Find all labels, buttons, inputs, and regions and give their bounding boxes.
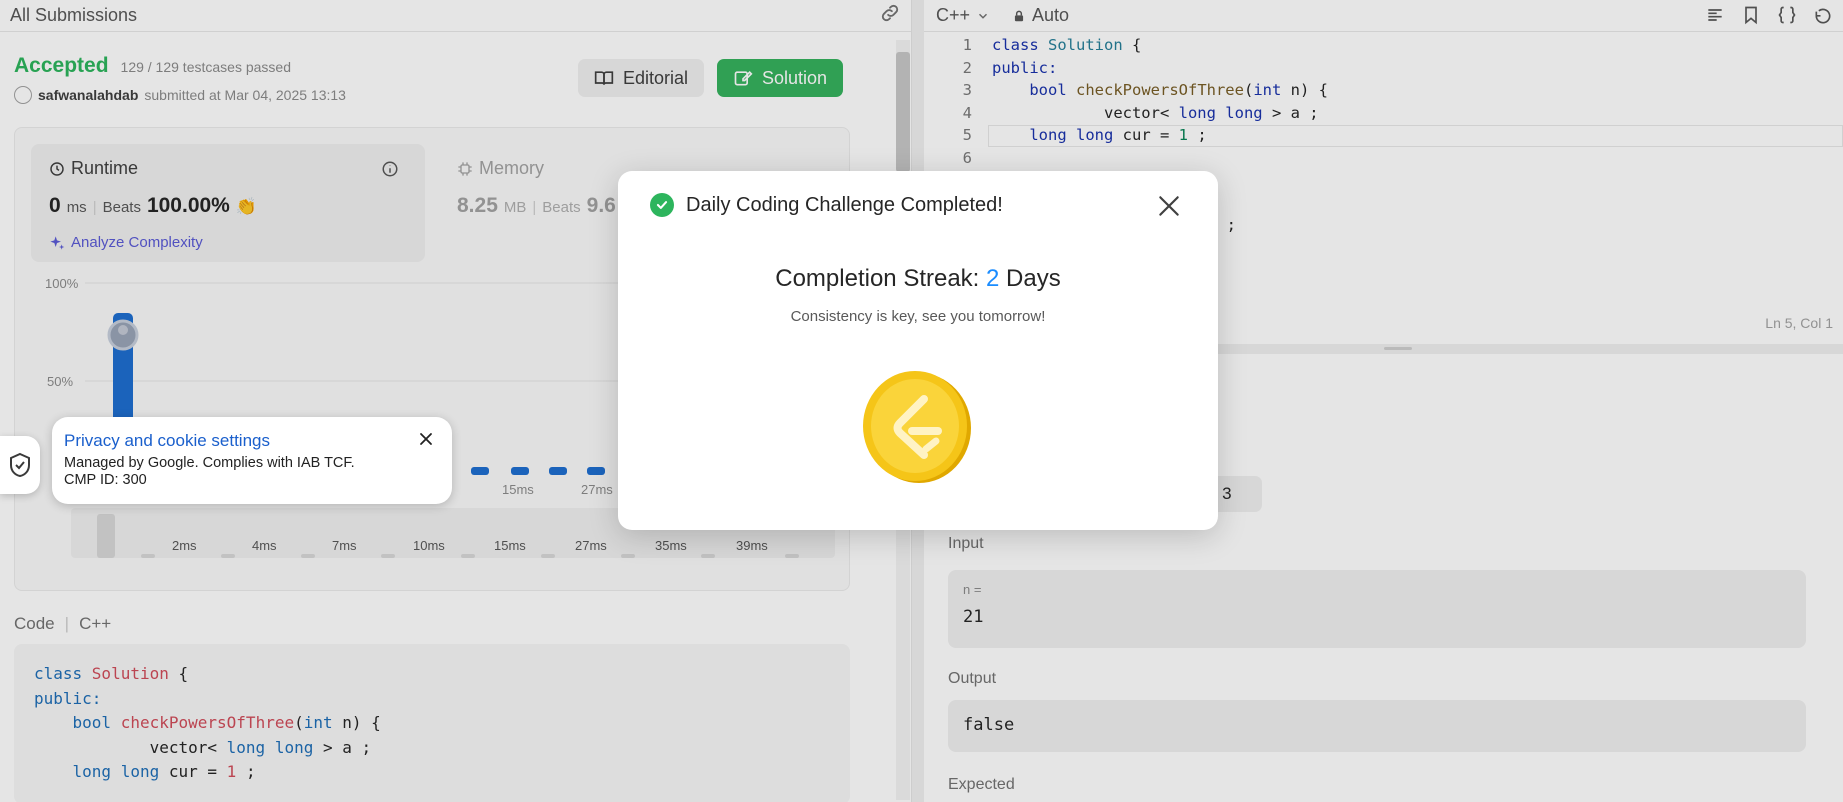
privacy-popup: Privacy and cookie settings Managed by G… <box>52 417 452 504</box>
app-root: All Submissions Accepted 129 / 129 testc… <box>0 0 1843 802</box>
modal-title: Daily Coding Challenge Completed! <box>686 193 1003 216</box>
close-icon[interactable] <box>1156 193 1182 219</box>
privacy-title[interactable]: Privacy and cookie settings <box>64 431 440 451</box>
modal-header: Daily Coding Challenge Completed! <box>650 193 1003 217</box>
check-circle-icon <box>650 193 674 217</box>
completion-streak: Completion Streak: 2 Days <box>618 265 1218 293</box>
streak-prefix: Completion Streak: <box>775 265 980 292</box>
privacy-shield-tab[interactable] <box>0 436 40 494</box>
privacy-line-2: CMP ID: 300 <box>64 472 147 488</box>
streak-tagline: Consistency is key, see you tomorrow! <box>790 308 1046 325</box>
daily-challenge-modal: Daily Coding Challenge Completed! Comple… <box>618 171 1218 530</box>
leetcode-coin-icon <box>863 371 971 483</box>
close-icon[interactable] <box>418 431 434 447</box>
streak-suffix: Days <box>1006 265 1061 292</box>
streak-count: 2 <box>986 265 1000 292</box>
privacy-line-1: Managed by Google. Complies with IAB TCF… <box>64 455 355 471</box>
shield-icon <box>10 452 30 478</box>
